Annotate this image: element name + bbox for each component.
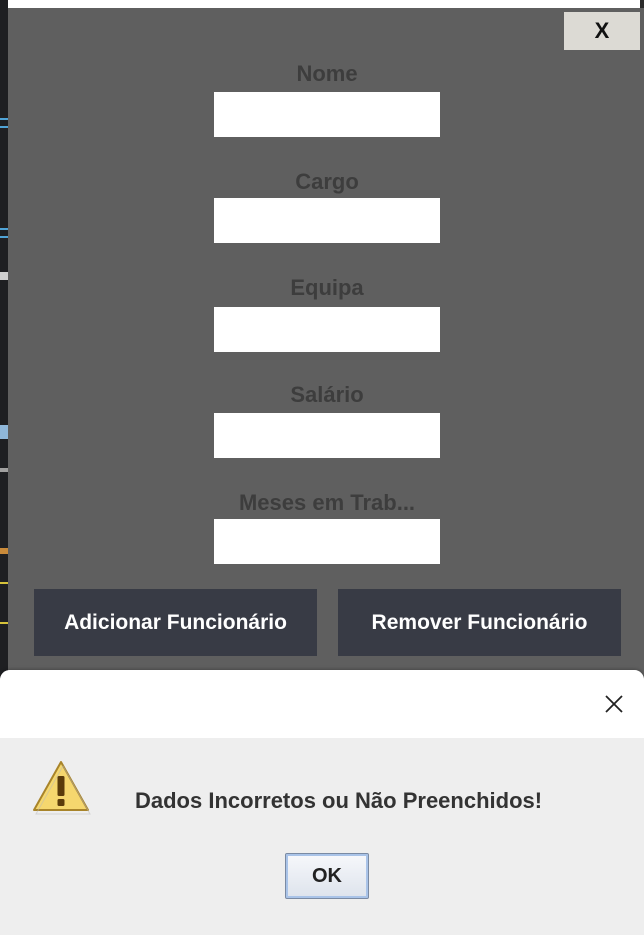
- ide-mark: [0, 272, 8, 280]
- dialog-titlebar: [0, 670, 644, 738]
- ide-mark: [0, 118, 8, 120]
- warning-icon: [33, 761, 91, 815]
- ide-mark: [0, 126, 8, 128]
- ide-mark: [0, 582, 8, 584]
- salario-input[interactable]: [214, 413, 440, 458]
- remove-employee-button[interactable]: Remover Funcionário: [338, 589, 621, 656]
- screen: X Nome Cargo Equipa Salário Meses em Tra…: [0, 0, 644, 935]
- dialog-message: Dados Incorretos ou Não Preenchidos!: [135, 788, 543, 813]
- ide-mark: [0, 548, 8, 554]
- close-window-button[interactable]: X: [564, 12, 640, 50]
- nome-input[interactable]: [214, 92, 440, 137]
- equipa-input[interactable]: [214, 307, 440, 352]
- nome-label: Nome: [296, 61, 358, 86]
- add-employee-button[interactable]: Adicionar Funcionário: [34, 589, 317, 656]
- cargo-input[interactable]: [214, 198, 440, 243]
- ide-mark: [0, 236, 8, 238]
- meses-em-trabalho-label: Meses em Trab...: [238, 490, 416, 515]
- cargo-label: Cargo: [295, 169, 359, 194]
- meses-em-trabalho-input[interactable]: [214, 519, 440, 564]
- equipa-label: Equipa: [290, 275, 364, 300]
- salario-label: Salário: [290, 382, 364, 407]
- error-dialog: Dados Incorretos ou Não Preenchidos! OK: [0, 670, 644, 935]
- close-icon: [605, 695, 623, 713]
- ide-mark: [0, 468, 8, 472]
- ok-button[interactable]: OK: [285, 853, 369, 899]
- ide-mark: [0, 622, 8, 624]
- ide-mark: [0, 228, 8, 230]
- ide-mark: [0, 425, 8, 439]
- close-dialog-button[interactable]: [596, 686, 632, 722]
